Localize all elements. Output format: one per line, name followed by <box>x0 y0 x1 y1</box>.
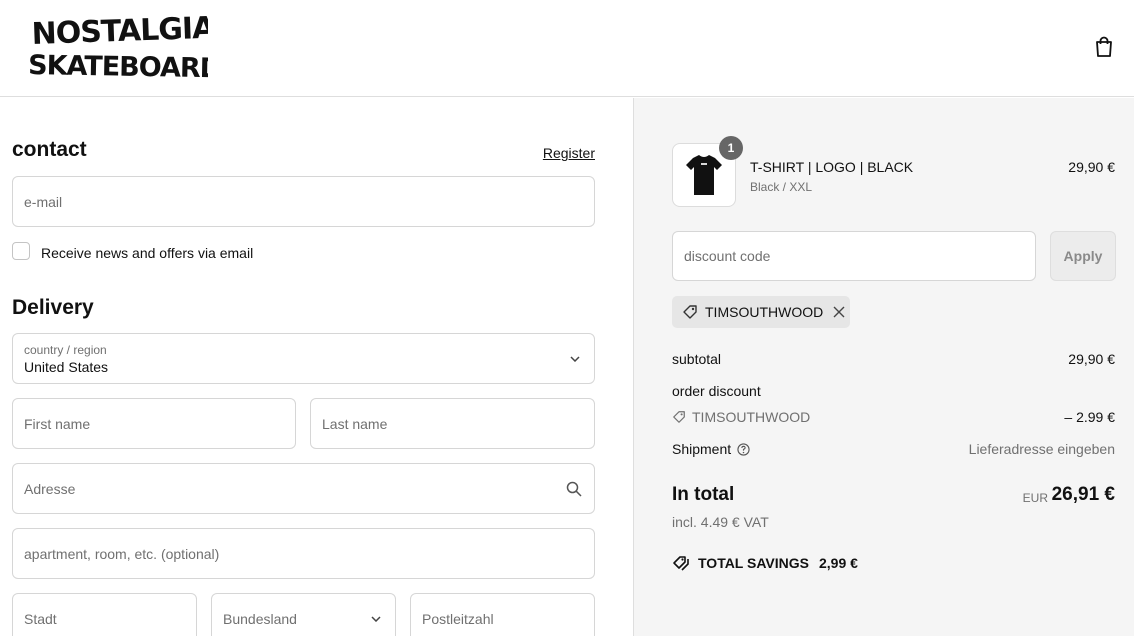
total-label: In total <box>672 484 735 505</box>
savings-value: 2,99 € <box>818 555 858 571</box>
help-icon[interactable] <box>737 442 750 456</box>
applied-discount-code: TIMSOUTHWOOD <box>705 304 824 320</box>
applied-discount-chip: TIMSOUTHWOOD <box>672 296 850 328</box>
last-name-placeholder: Last name <box>322 415 388 432</box>
order-discount-code-line: TIMSOUTHWOOD <box>672 409 810 425</box>
delivery-heading: Delivery <box>12 296 94 319</box>
order-discount-label: order discount <box>672 383 761 399</box>
country-select[interactable]: country / region United States <box>12 333 595 384</box>
first-name-field[interactable]: First name <box>12 398 296 449</box>
store-logo[interactable]: NOSTALGIA SKATEBOARDS <box>28 14 208 78</box>
total-savings: TOTAL SAVINGS 2,99 € <box>672 555 858 571</box>
shopping-bag-icon[interactable] <box>1094 36 1114 58</box>
register-link[interactable]: Register <box>543 145 595 161</box>
country-label: country / region <box>24 343 107 357</box>
tags-icon <box>673 556 689 571</box>
city-placeholder: Stadt <box>24 610 57 627</box>
subtotal-label: subtotal <box>672 351 722 367</box>
total-value: 26,91 € <box>1051 484 1115 505</box>
close-icon[interactable] <box>833 306 845 318</box>
first-name-placeholder: First name <box>24 415 91 432</box>
state-select[interactable]: Bundesland <box>211 593 396 636</box>
search-icon[interactable] <box>566 481 582 497</box>
newsletter-checkbox[interactable] <box>12 242 30 260</box>
checkout-form: contact Register e-mail Receive news and… <box>0 98 633 636</box>
order-discount-code: TIMSOUTHWOOD <box>692 409 811 425</box>
apartment-field[interactable]: apartment, room, etc. (optional) <box>12 528 595 579</box>
order-summary: 1 T-SHIRT | LOGO | BLACK Black / XXL 29,… <box>633 98 1134 636</box>
shipment-label: Shipment <box>672 441 732 457</box>
country-value: United States <box>24 359 109 375</box>
vat-note: incl. 4.49 € VAT <box>672 514 769 530</box>
zip-placeholder: Postleitzahl <box>422 610 494 627</box>
email-field[interactable]: e-mail <box>12 176 595 227</box>
address-field[interactable]: Adresse <box>12 463 595 514</box>
tag-icon <box>673 411 685 423</box>
product-variant: Black / XXL <box>750 180 813 194</box>
city-field[interactable]: Stadt <box>12 593 197 636</box>
subtotal-value: 29,90 € <box>1068 351 1115 367</box>
discount-placeholder: discount code <box>684 248 771 264</box>
logo-line-2: SKATEBOARDS <box>28 50 208 78</box>
total-currency: EUR <box>1022 491 1048 505</box>
order-discount-value: – 2.99 € <box>1064 409 1115 425</box>
newsletter-label: Receive news and offers via email <box>41 245 254 261</box>
shipment-value: Lieferadresse eingeben <box>968 441 1115 457</box>
savings-label: TOTAL SAVINGS <box>698 555 809 571</box>
last-name-field[interactable]: Last name <box>310 398 595 449</box>
logo-line-1: NOSTALGIA <box>31 14 208 52</box>
apply-button[interactable]: Apply <box>1050 231 1116 281</box>
product-title: T-SHIRT | LOGO | BLACK <box>750 159 914 175</box>
product-price: 29,90 € <box>1068 159 1115 175</box>
quantity-badge: 1 <box>719 136 743 160</box>
chevron-down-icon <box>570 355 580 362</box>
contact-heading: contact <box>12 138 87 161</box>
site-header: NOSTALGIA SKATEBOARDS <box>0 0 1134 97</box>
chevron-down-icon <box>371 615 381 622</box>
discount-code-field[interactable]: discount code <box>672 231 1036 281</box>
tag-icon <box>683 305 697 319</box>
state-placeholder: Bundesland <box>223 610 297 627</box>
apartment-placeholder: apartment, room, etc. (optional) <box>24 545 220 562</box>
email-placeholder: e-mail <box>24 193 63 210</box>
address-placeholder: Adresse <box>24 480 76 497</box>
zip-field[interactable]: Postleitzahl <box>410 593 595 636</box>
shipment-row: Shipment <box>672 441 750 457</box>
